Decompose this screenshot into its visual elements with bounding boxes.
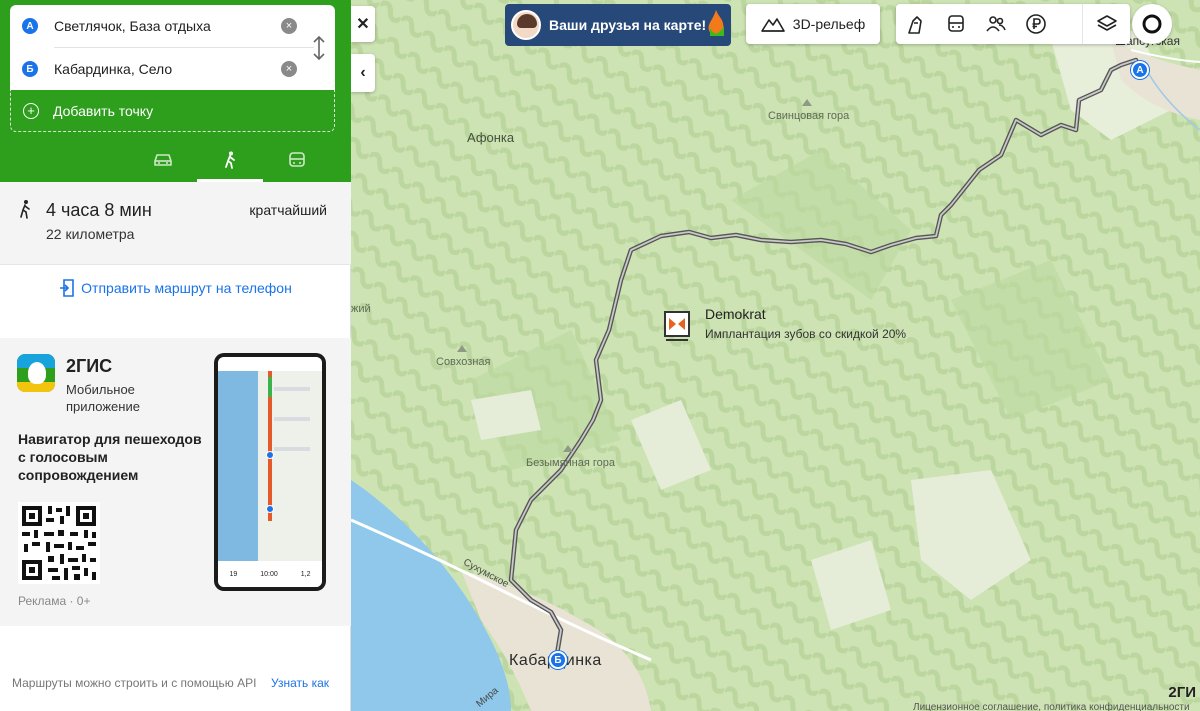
bus-icon	[288, 152, 305, 167]
ad-marker-stand	[666, 339, 688, 341]
place-left-cut: жий	[351, 303, 371, 315]
api-note: Маршруты можно строить и с помощью API	[12, 676, 257, 690]
clear-from-icon[interactable]: ×	[281, 18, 297, 34]
walk-icon	[225, 151, 235, 169]
place-sovkhoznaya: Совхозная	[436, 356, 491, 368]
promo-description: Навигатор для пешеходов с голосовым сопр…	[18, 431, 202, 483]
add-point-button[interactable]: + Добавить точку	[10, 90, 335, 132]
mountain-icon	[760, 18, 785, 32]
relief-3d-label: 3D-рельеф	[792, 16, 866, 32]
chevron-left-icon: ‹	[360, 64, 366, 81]
point-b-badge: Б	[22, 61, 38, 77]
ad-subtitle[interactable]: Имплантация зубов со скидкой 20%	[705, 327, 906, 341]
place-bezymyannaya: Безымянная гора	[526, 457, 615, 469]
mode-bus-tab[interactable]	[263, 138, 330, 182]
phone-stat: 19	[229, 570, 238, 578]
phone-stat: 10:00	[260, 570, 278, 578]
mode-walk-tab[interactable]	[196, 138, 264, 182]
api-learn-more-link[interactable]: Узнать как	[271, 675, 331, 691]
place-afonka: Афонка	[467, 130, 515, 145]
prices-layer-button[interactable]	[1016, 4, 1056, 44]
route-kind-badge: кратчайший	[249, 202, 327, 218]
layers-icon	[1096, 15, 1117, 31]
send-to-phone-button[interactable]: Отправить маршрут на телефон	[0, 264, 351, 310]
phone-mockup: 19 10:00 1,2	[214, 353, 326, 591]
app-promo[interactable]: 2ГИС Мобильное приложение Навигатор для …	[0, 338, 351, 626]
swap-points-button[interactable]	[308, 33, 330, 63]
peak-marker	[457, 345, 467, 352]
route-panel: А Светлячок, База отдыха × Б Кабардинка,…	[0, 0, 351, 711]
clear-to-icon[interactable]: ×	[281, 61, 297, 77]
send-to-phone-label: Отправить маршрут на телефон	[81, 279, 292, 296]
collapse-panel-button[interactable]: ‹	[351, 54, 375, 92]
route-from-input[interactable]: Светлячок, База отдыха	[54, 18, 281, 34]
relief-3d-button[interactable]: 3D-рельеф	[746, 4, 880, 44]
promo-subtitle: приложение	[66, 399, 140, 414]
peak-marker	[563, 445, 573, 452]
qr-code	[18, 502, 100, 584]
flame-icon	[708, 10, 724, 36]
ruble-icon	[1026, 14, 1046, 34]
plus-icon: +	[23, 102, 39, 119]
route-points: А Светлячок, База отдыха × Б Кабардинка,…	[10, 5, 335, 90]
route-to-input[interactable]: Кабардинка, Село	[54, 61, 281, 77]
brand-logo: 2ГИ	[1168, 684, 1196, 701]
route-pin-a[interactable]: А	[1131, 61, 1149, 79]
mode-car-tab[interactable]	[130, 138, 197, 182]
friends-banner-text: Ваши друзья на карте!	[549, 17, 707, 33]
add-point-label: Добавить точку	[53, 102, 154, 119]
bus-icon	[948, 15, 964, 32]
ad-disclaimer: Реклама · 0+	[18, 594, 91, 608]
friends-banner[interactable]: Ваши друзья на карте!	[505, 4, 731, 46]
route-pin-b[interactable]: Б	[549, 651, 567, 669]
attractions-layer-button[interactable]	[896, 4, 936, 44]
close-icon: ✕	[356, 16, 370, 33]
map-layers-bar	[896, 4, 1130, 44]
map-canvas[interactable]: Свинцовая гора Афонка Совхозная Безымянн…	[351, 0, 1200, 711]
send-to-phone-icon	[60, 278, 74, 297]
route-distance: 22 километра	[46, 226, 135, 242]
promo-subtitle: Мобильное	[66, 382, 135, 397]
route-from-row[interactable]: А Светлячок, База отдыха ×	[10, 5, 305, 47]
ad-marker-icon[interactable]	[664, 311, 690, 337]
transport-layer-button[interactable]	[936, 4, 976, 44]
promo-app-name: 2ГИС	[66, 356, 113, 376]
my-location-button[interactable]	[1132, 4, 1172, 44]
point-a-badge: А	[22, 18, 38, 34]
avatar	[511, 10, 541, 40]
layers-button[interactable]	[1082, 4, 1130, 44]
ad-title[interactable]: Demokrat	[705, 306, 766, 322]
route-duration: 4 часа 8 мин	[46, 200, 152, 220]
peak-marker	[802, 99, 812, 106]
walk-icon	[20, 200, 30, 219]
car-icon	[154, 154, 173, 166]
close-panel-button[interactable]: ✕	[351, 6, 375, 42]
route-to-row[interactable]: Б Кабардинка, Село ×	[10, 48, 305, 90]
license-link[interactable]: Лицензионное соглашение, политика конфид…	[913, 702, 1190, 711]
phone-stat: 1,2	[300, 570, 311, 578]
transport-modes	[130, 138, 330, 182]
route-header: А Светлячок, База отдыха × Б Кабардинка,…	[0, 0, 351, 182]
place-svincovaya: Свинцовая гора	[768, 110, 850, 122]
2gis-logo-icon	[17, 354, 55, 392]
route-result-card[interactable]: 4 часа 8 мин 22 километра кратчайший	[0, 182, 351, 264]
attraction-icon	[908, 16, 922, 34]
friends-layer-button[interactable]	[976, 4, 1016, 44]
app-root: Свинцовая гора Афонка Совхозная Безымянн…	[0, 0, 1200, 711]
compass-icon	[1142, 14, 1162, 34]
people-icon	[986, 16, 1006, 32]
swap-icon	[313, 35, 325, 61]
